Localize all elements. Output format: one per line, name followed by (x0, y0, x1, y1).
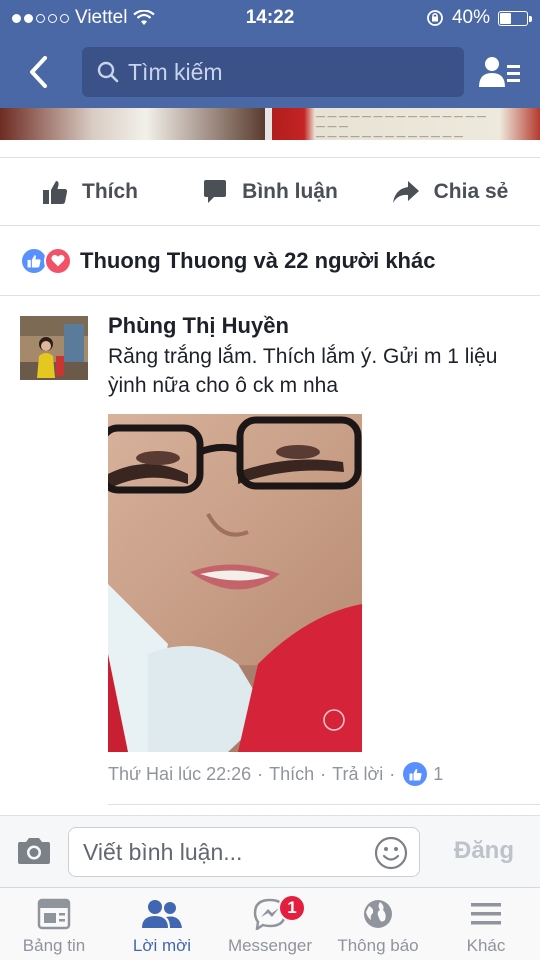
friends-list-button[interactable] (478, 52, 522, 92)
chevron-left-icon (30, 56, 47, 88)
battery-fill (500, 12, 512, 24)
reaction-icons (20, 246, 72, 275)
like-button[interactable]: Thích (0, 158, 180, 225)
share-arrow-icon (392, 180, 419, 203)
comment-like-badge-icon[interactable] (403, 762, 428, 786)
tab-news-feed[interactable]: Bảng tin (0, 888, 108, 960)
comment-text: Răng trắng lắm. Thích lắm ý. Gửi m 1 liệ… (108, 345, 498, 397)
post-action-bar: Thích Bình luận Chia sẻ (0, 157, 540, 226)
tab-more-label: Khác (466, 936, 506, 955)
battery-icon (498, 10, 532, 26)
camera-icon (18, 838, 50, 864)
tab-friend-requests[interactable]: Lời mời (108, 888, 216, 960)
battery-status: 40% (426, 7, 532, 29)
menu-icon (471, 903, 501, 925)
tab-notifications-label: Thông báo (337, 936, 419, 955)
comment-placeholder: Viết bình luận... (83, 838, 243, 865)
comment-reply-link[interactable]: Trả lời (332, 764, 383, 785)
share-label: Chia sẻ (433, 179, 509, 203)
bottom-tab-bar: Bảng tin Lời mời 1 Messenger Thông báo K… (0, 887, 540, 960)
comment-item: Phùng Thị Huyền Răng trắng lắm. Thích lắ… (0, 296, 540, 806)
search-icon (97, 61, 119, 83)
thumbs-up-icon (43, 180, 68, 204)
tab-friend-requests-label: Lời mời (132, 936, 192, 955)
friend-requests-icon (142, 900, 182, 928)
comment-photo[interactable] (108, 414, 362, 752)
battery-percent: 40% (451, 7, 490, 28)
comment-input[interactable]: Viết bình luận... (68, 827, 420, 877)
search-input[interactable]: Tìm kiếm (82, 47, 464, 97)
comment-icon (204, 179, 227, 203)
post-comment-button[interactable]: Đăng (454, 837, 514, 865)
comment-composer: Viết bình luận... Đăng (0, 815, 540, 887)
status-bar: Viettel 14:22 40% (0, 0, 540, 36)
comment-button[interactable]: Bình luận (180, 158, 360, 225)
rotation-lock-icon (427, 10, 443, 26)
comment-like-count: 1 (433, 763, 444, 784)
tab-messenger-label: Messenger (227, 936, 313, 955)
smiley-icon (374, 836, 408, 870)
post-photo-right[interactable]: — — — — — — — — — — — — — — — — — — — — —… (272, 108, 540, 140)
emoji-button[interactable] (374, 836, 408, 870)
post-photo-strip[interactable]: — — — — — — — — — — — — — — — — — — — — —… (0, 108, 540, 140)
search-placeholder: Tìm kiếm (128, 58, 223, 85)
comment-timestamp: Thứ Hai lúc 22:26 (108, 763, 252, 784)
back-button[interactable] (18, 50, 58, 94)
tab-more[interactable]: Khác (432, 888, 540, 960)
comment-label: Bình luận (242, 179, 338, 203)
like-label: Thích (82, 179, 138, 203)
love-reaction-icon (44, 246, 72, 275)
comment-divider (108, 804, 540, 805)
tab-messenger[interactable]: 1 Messenger (216, 888, 324, 960)
tab-notifications[interactable]: Thông báo (324, 888, 432, 960)
top-header: Viettel 14:22 40% Tìm kiếm (0, 0, 540, 108)
comment-meta: Thứ Hai lúc 22:26 · Thích · Trả lời · 1 (108, 762, 443, 786)
news-feed-icon (37, 898, 71, 930)
reactions-text: Thuong Thuong và 22 người khác (80, 247, 436, 273)
messenger-badge: 1 (278, 894, 306, 922)
reactions-summary[interactable]: Thuong Thuong và 22 người khác (0, 226, 540, 296)
camera-button[interactable] (16, 836, 52, 868)
globe-icon (364, 900, 392, 928)
comment-like-link[interactable]: Thích (269, 764, 314, 785)
post-photo-left[interactable] (0, 108, 265, 140)
share-button[interactable]: Chia sẻ (360, 158, 540, 225)
tab-news-feed-label: Bảng tin (22, 936, 86, 955)
commenter-name[interactable]: Phùng Thị Huyền (108, 313, 289, 339)
person-list-icon (479, 57, 520, 87)
commenter-avatar[interactable] (20, 316, 88, 380)
